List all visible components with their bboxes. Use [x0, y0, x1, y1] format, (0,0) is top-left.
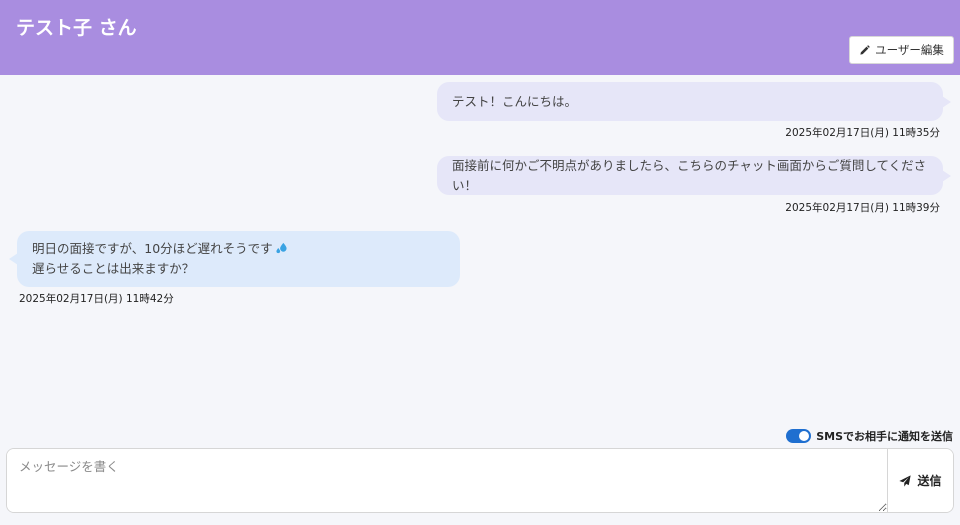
message-bubble-sent: テスト！こんにちは。 — [437, 82, 951, 121]
message-bubble-received: 明日の面接ですが、10分ほど遅れそうです 遅らせることは出来ますか？ — [9, 231, 460, 287]
chat-header: テスト子 さん ユーザー編集 — [0, 0, 960, 75]
message-text: 面接前に何かご不明点がありましたら、こちらのチャット画面からご質問してください！ — [452, 157, 927, 193]
sms-notify-toggle[interactable] — [786, 429, 812, 443]
message-bubble-sent: 面接前に何かご不明点がありましたら、こちらのチャット画面からご質問してください！ — [437, 156, 951, 195]
message-text: テスト！こんにちは。 — [452, 93, 578, 109]
message-line: 遅らせることは出来ますか？ — [32, 259, 445, 279]
page-title: テスト子 さん — [16, 17, 137, 39]
send-button[interactable]: 送信 — [887, 449, 953, 512]
message-timestamp: 2025年02月17日(月) 11時39分 — [785, 202, 940, 214]
paper-plane-icon — [899, 474, 912, 487]
message-line: 明日の面接ですが、10分ほど遅れそうです — [32, 239, 445, 259]
message-timestamp: 2025年02月17日(月) 11時42分 — [19, 293, 174, 305]
send-label: 送信 — [917, 474, 942, 488]
message-timestamp: 2025年02月17日(月) 11時35分 — [785, 127, 940, 139]
message-input[interactable] — [7, 449, 887, 512]
message-text: 明日の面接ですが、10分ほど遅れそうです — [32, 241, 273, 256]
edit-user-button[interactable]: ユーザー編集 — [849, 36, 954, 64]
message-composer: 送信 — [6, 448, 954, 513]
sms-notify-label: SMSでお相手に通知を送信 — [816, 430, 953, 443]
sms-notify-row: SMSでお相手に通知を送信 — [786, 428, 953, 444]
edit-user-label: ユーザー編集 — [875, 43, 944, 57]
message-text: 遅らせることは出来ますか？ — [32, 261, 195, 276]
pencil-icon — [860, 44, 870, 55]
sweat-droplets-icon — [276, 242, 287, 254]
chat-messages: テスト！こんにちは。 2025年02月17日(月) 11時35分 面接前に何かご… — [0, 75, 960, 435]
